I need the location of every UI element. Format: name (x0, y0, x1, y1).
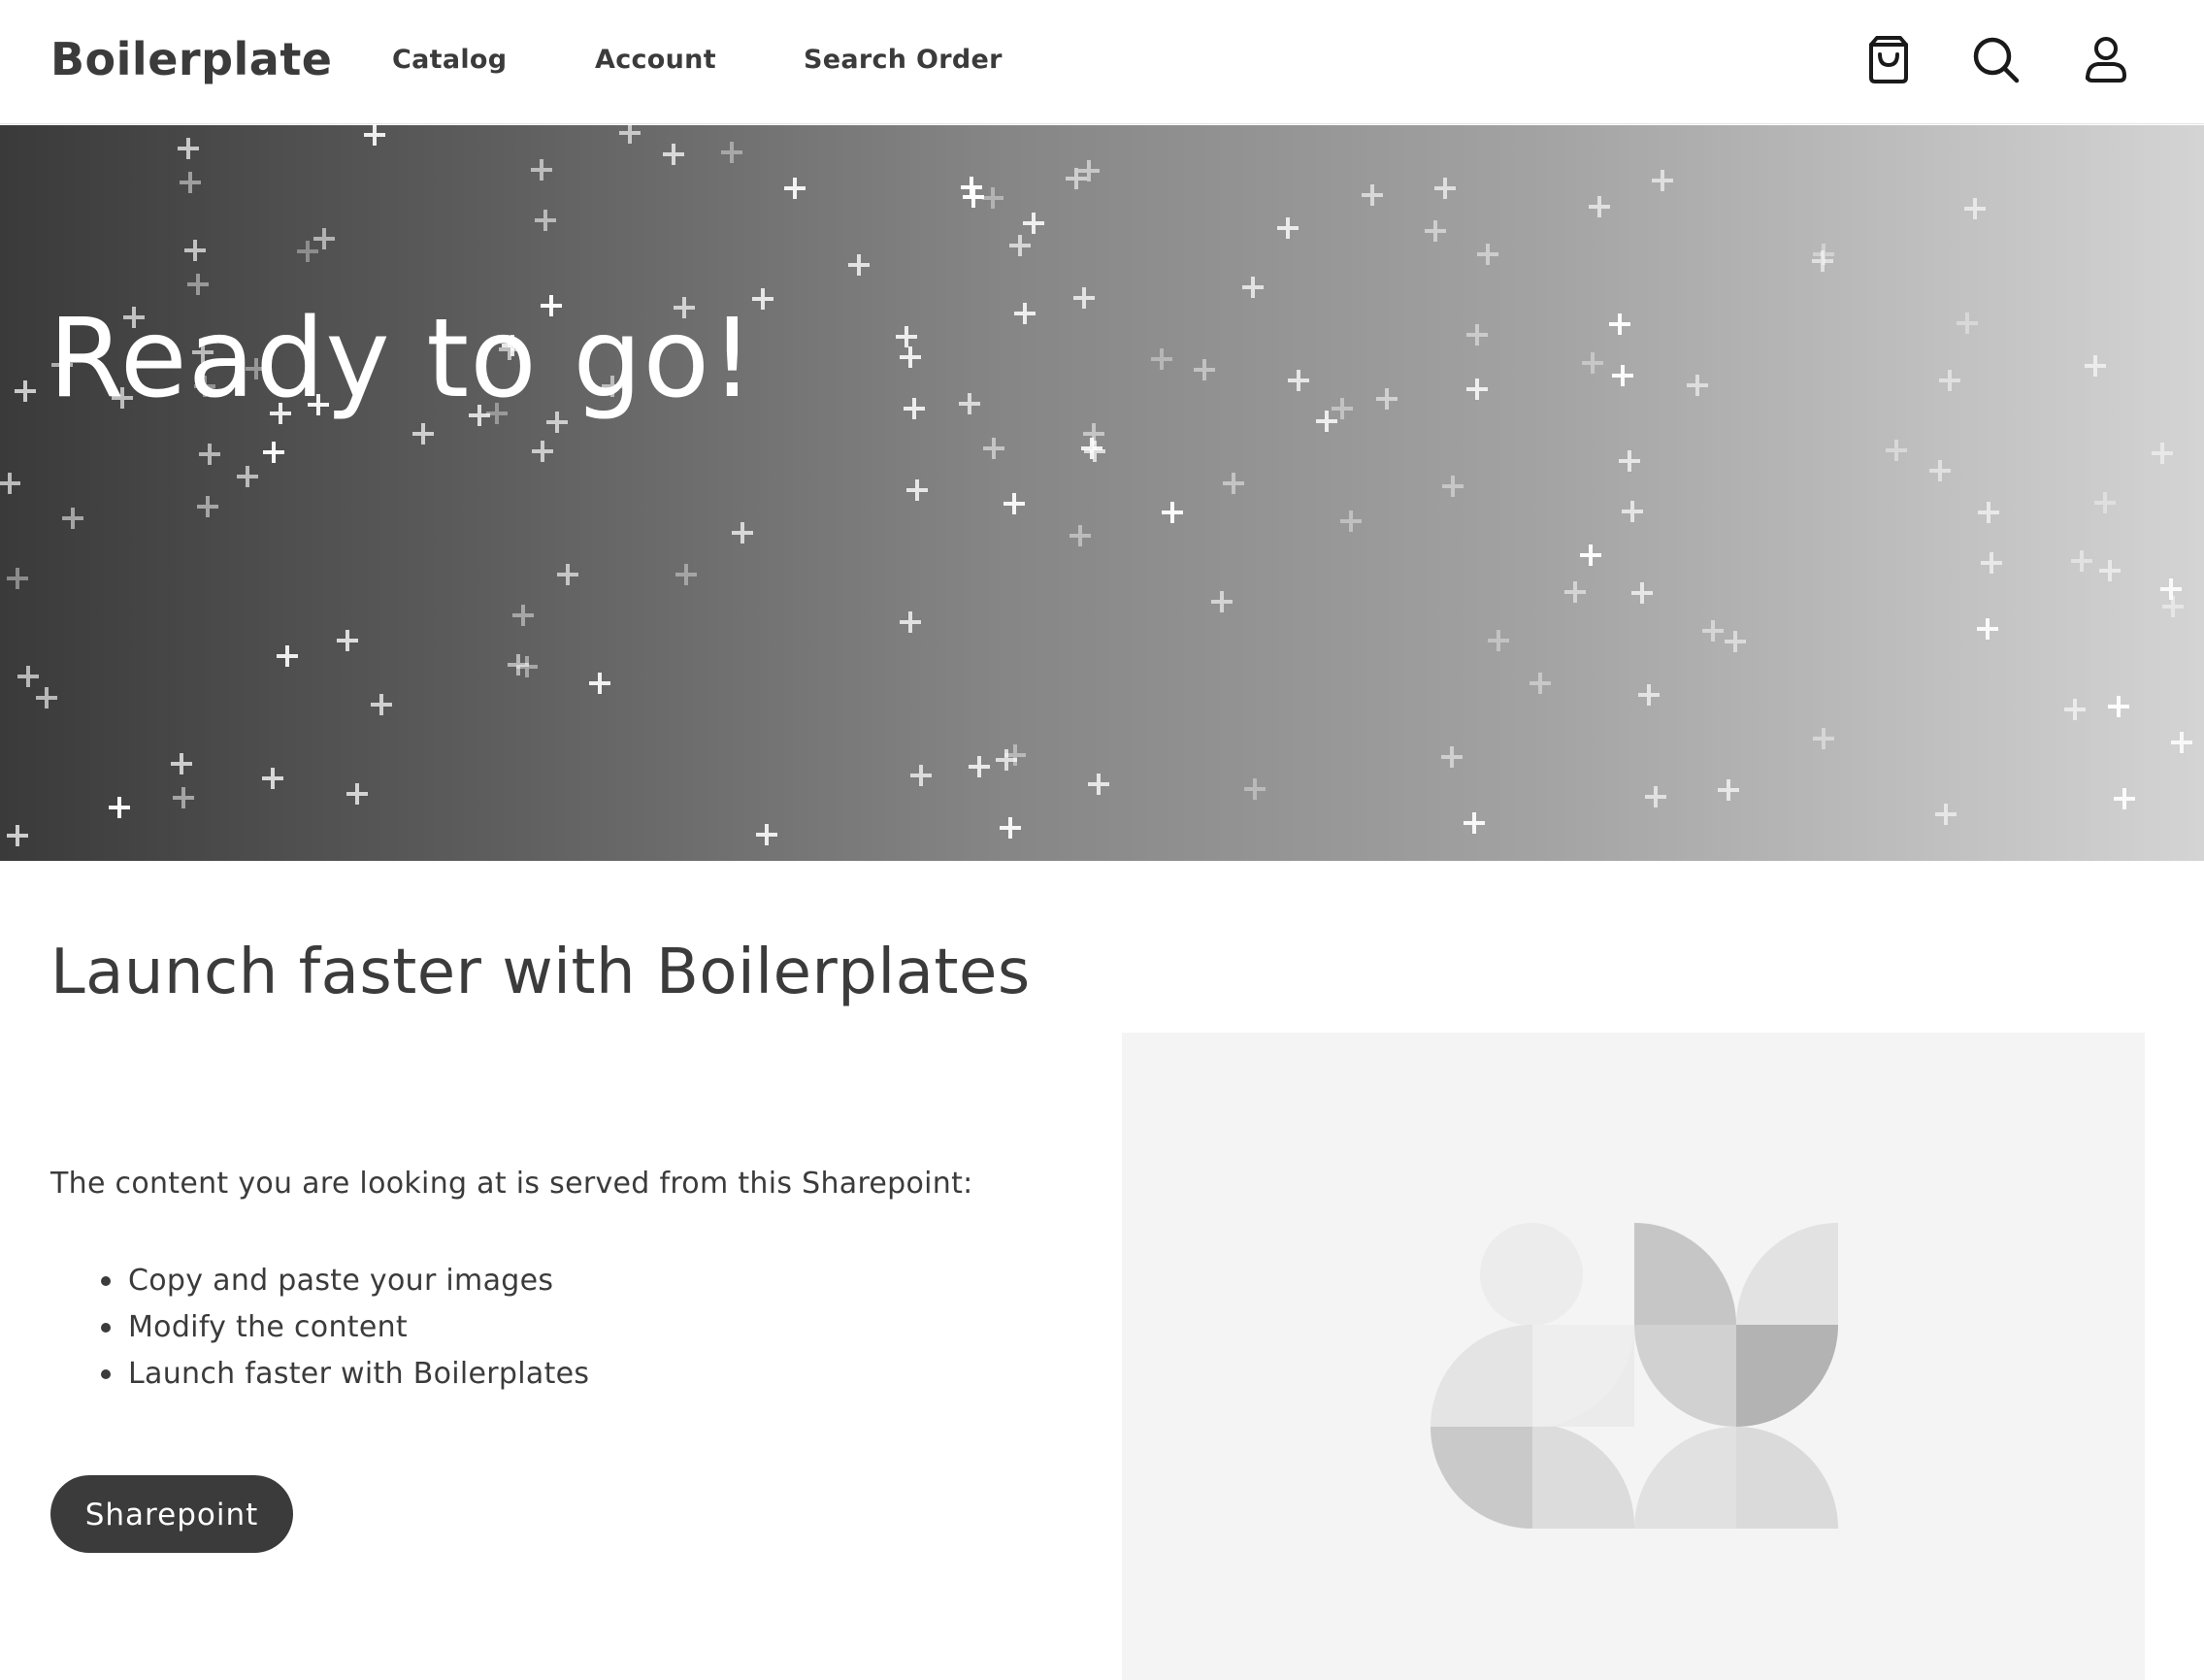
intro-text: The content you are looking at is served… (50, 1167, 973, 1201)
brand-logo[interactable]: Boilerplate (50, 33, 333, 85)
list-item: Copy and paste your images (50, 1258, 589, 1304)
user-icon[interactable] (2081, 35, 2131, 85)
list-item-text: Launch faster with Boilerplates (128, 1357, 590, 1391)
sparkle-pattern (0, 125, 2194, 848)
nav-link-search-order[interactable]: Search Order (804, 45, 1003, 75)
feature-list: Copy and paste your images Modify the co… (50, 1258, 589, 1398)
bullet-icon (101, 1276, 111, 1286)
list-item-text: Modify the content (128, 1310, 408, 1344)
site-header: Boilerplate Catalog Account Search Order (0, 0, 2204, 124)
nav-link-account[interactable]: Account (595, 45, 716, 75)
nav-link-catalog[interactable]: Catalog (392, 45, 507, 75)
list-item: Modify the content (50, 1304, 589, 1351)
illustration-panel (1122, 1033, 2145, 1680)
hero-banner: Ready to go! (0, 125, 2204, 861)
bullet-icon (101, 1369, 111, 1379)
section-title: Launch faster with Boilerplates (50, 937, 1031, 1008)
bullet-icon (101, 1323, 111, 1333)
sharepoint-button[interactable]: Sharepoint (50, 1475, 293, 1553)
abstract-shapes-illustration (1431, 1223, 1838, 1529)
hero-title: Ready to go! (49, 296, 755, 422)
cart-icon[interactable] (1863, 35, 1914, 85)
list-item-text: Copy and paste your images (128, 1264, 554, 1298)
list-item: Launch faster with Boilerplates (50, 1351, 589, 1398)
search-icon[interactable] (1971, 35, 2022, 85)
